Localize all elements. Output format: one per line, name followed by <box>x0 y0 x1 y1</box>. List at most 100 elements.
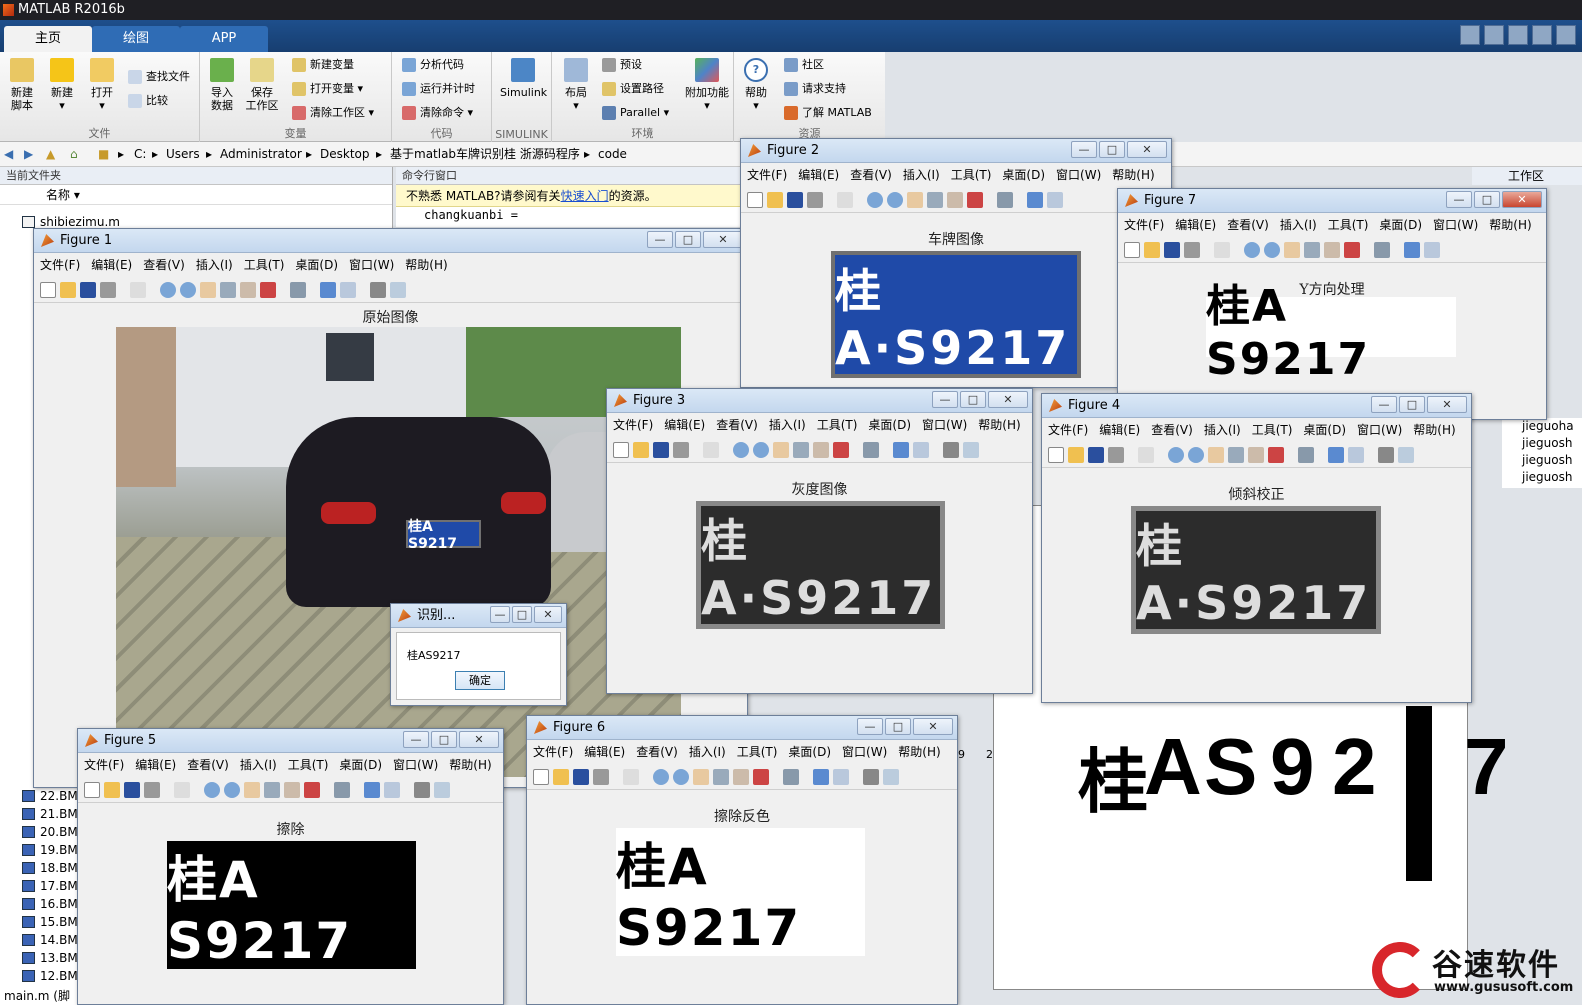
close-button[interactable]: ✕ <box>1502 191 1542 208</box>
file-item[interactable]: 13.BM <box>22 949 78 967</box>
zoom-in-icon[interactable] <box>160 281 176 298</box>
tab-plots[interactable]: 绘图 <box>92 26 180 52</box>
file-item[interactable]: 15.BM <box>22 913 78 931</box>
clear-workspace-button[interactable]: 清除工作区 ▾ <box>290 104 374 122</box>
file-item[interactable]: 17.BM <box>22 877 78 895</box>
pan-hand-icon[interactable] <box>693 768 709 785</box>
file-item[interactable]: 12.BM <box>22 967 78 985</box>
zoom-in-icon[interactable] <box>867 191 883 208</box>
menu-help[interactable]: 帮助(H) <box>449 758 491 772</box>
hide-plot-tools-icon[interactable] <box>1378 446 1394 463</box>
menu-edit[interactable]: 编辑(E) <box>798 168 839 182</box>
new-figure-icon[interactable] <box>533 768 549 785</box>
legend-icon[interactable] <box>340 281 356 298</box>
rotate-icon[interactable] <box>713 768 729 785</box>
menu-desktop[interactable]: 桌面(D) <box>295 258 338 272</box>
menu-file[interactable]: 文件(F) <box>40 258 80 272</box>
workspace-item[interactable]: jieguosh <box>1502 435 1582 452</box>
save-icon[interactable] <box>80 281 96 298</box>
request-support-button[interactable]: 请求支持 <box>782 80 846 98</box>
quick-start-link[interactable]: 快速入门 <box>561 189 609 203</box>
datacursor-icon[interactable] <box>813 441 829 458</box>
browse-folder-icon[interactable]: ⌂ <box>70 142 78 167</box>
rotate-icon[interactable] <box>264 781 280 798</box>
menu-file[interactable]: 文件(F) <box>1048 423 1088 437</box>
menu-view[interactable]: 查看(V) <box>1227 218 1269 232</box>
layout-button[interactable]: 布局 ▾ <box>556 58 596 112</box>
figure-1-titlebar[interactable]: Figure 1 — □ ✕ <box>34 229 747 253</box>
print-icon[interactable] <box>593 768 609 785</box>
figure-2-titlebar[interactable]: Figure 2 — □ ✕ <box>741 139 1171 163</box>
datacursor-icon[interactable] <box>240 281 256 298</box>
figure-5-window[interactable]: Figure 5 — □ ✕ 文件(F) 编辑(E) 查看(V) 插入(I) 工具(T) 桌面… <box>77 728 504 1005</box>
crumb-users[interactable]: Users <box>166 142 200 167</box>
figure-5-titlebar[interactable]: Figure 5 — □ ✕ <box>78 729 503 753</box>
hide-plot-tools-icon[interactable] <box>370 281 386 298</box>
legend-icon[interactable] <box>1348 446 1364 463</box>
datacursor-icon[interactable] <box>733 768 749 785</box>
menu-tools[interactable]: 工具(T) <box>1328 218 1369 232</box>
pointer-icon[interactable] <box>703 441 719 458</box>
menu-view[interactable]: 查看(V) <box>143 258 185 272</box>
print-icon[interactable] <box>807 191 823 208</box>
up-folder-icon[interactable]: ▲ <box>46 142 55 167</box>
figure-3-window[interactable]: Figure 3 — □ ✕ 文件(F) 编辑(E) 查看(V) 插入(I) 工具(T) 桌面… <box>606 388 1033 694</box>
maximize-button[interactable]: □ <box>885 718 911 735</box>
figure-2-window[interactable]: Figure 2 — □ ✕ 文件(F) 编辑(E) 查看(V) 插入(I) 工具(T) 桌面… <box>740 138 1172 388</box>
colorbar-icon[interactable] <box>813 768 829 785</box>
figure-3-titlebar[interactable]: Figure 3 — □ ✕ <box>607 389 1032 413</box>
new-variable-button[interactable]: 新建变量 <box>290 56 354 74</box>
menu-file[interactable]: 文件(F) <box>613 418 653 432</box>
print-icon[interactable] <box>1184 241 1200 258</box>
figure-7-titlebar[interactable]: Figure 7 — □ ✕ <box>1118 189 1546 213</box>
run-and-time-button[interactable]: 运行并计时 <box>400 80 475 98</box>
rotate-icon[interactable] <box>220 281 236 298</box>
new-figure-icon[interactable] <box>40 281 56 298</box>
colorbar-icon[interactable] <box>320 281 336 298</box>
workspace-item[interactable]: jieguosh <box>1502 469 1582 486</box>
compare-button[interactable]: 比较 <box>126 92 168 110</box>
parallel-button[interactable]: Parallel ▾ <box>600 104 669 122</box>
menu-tools[interactable]: 工具(T) <box>951 168 992 182</box>
new-figure-icon[interactable] <box>1048 446 1064 463</box>
menu-insert[interactable]: 插入(I) <box>1280 218 1317 232</box>
pan-hand-icon[interactable] <box>773 441 789 458</box>
forward-arrow-icon[interactable]: ▶ <box>24 142 33 167</box>
menu-desktop[interactable]: 桌面(D) <box>1303 423 1346 437</box>
maximize-button[interactable]: □ <box>960 391 986 408</box>
zoom-in-icon[interactable] <box>1244 241 1260 258</box>
figure-4-titlebar[interactable]: Figure 4 — □ ✕ <box>1042 394 1471 418</box>
menu-desktop[interactable]: 桌面(D) <box>868 418 911 432</box>
minimize-button[interactable]: — <box>647 231 673 248</box>
minimize-button[interactable]: — <box>490 606 510 623</box>
figure-6-window[interactable]: Figure 6 — □ ✕ 文件(F) 编辑(E) 查看(V) 插入(I) 工具(T) 桌面… <box>526 715 958 1005</box>
menu-help[interactable]: 帮助(H) <box>405 258 447 272</box>
zoom-out-icon[interactable] <box>887 191 903 208</box>
new-script-button[interactable]: 新建 脚本 <box>2 58 42 112</box>
workspace-item[interactable]: jieguosh <box>1502 452 1582 469</box>
pointer-icon[interactable] <box>1214 241 1230 258</box>
open-button[interactable]: 打开 ▾ <box>82 58 122 112</box>
minimize-button[interactable]: — <box>1446 191 1472 208</box>
zoom-out-icon[interactable] <box>1264 241 1280 258</box>
rotate-icon[interactable] <box>793 441 809 458</box>
menu-window[interactable]: 窗口(W) <box>1433 218 1478 232</box>
colorbar-icon[interactable] <box>1328 446 1344 463</box>
maximize-button[interactable]: □ <box>1474 191 1500 208</box>
qat-copy-icon[interactable] <box>1508 25 1528 45</box>
file-item-main[interactable]: main.m (脚 <box>4 987 70 1005</box>
link-icon[interactable] <box>1374 241 1390 258</box>
legend-icon[interactable] <box>913 441 929 458</box>
menu-window[interactable]: 窗口(W) <box>349 258 394 272</box>
link-icon[interactable] <box>783 768 799 785</box>
maximize-button[interactable]: □ <box>431 731 457 748</box>
learn-matlab-button[interactable]: 了解 MATLAB <box>782 104 872 122</box>
minimize-button[interactable]: — <box>1371 396 1397 413</box>
addons-button[interactable]: 附加功能 ▾ <box>684 58 730 112</box>
qat-undo-icon[interactable] <box>1556 25 1576 45</box>
close-button[interactable]: ✕ <box>988 391 1028 408</box>
ok-button[interactable]: 确定 <box>455 671 505 690</box>
crumb-drive[interactable]: C: <box>134 142 146 167</box>
rotate-icon[interactable] <box>1304 241 1320 258</box>
close-button[interactable]: ✕ <box>913 718 953 735</box>
